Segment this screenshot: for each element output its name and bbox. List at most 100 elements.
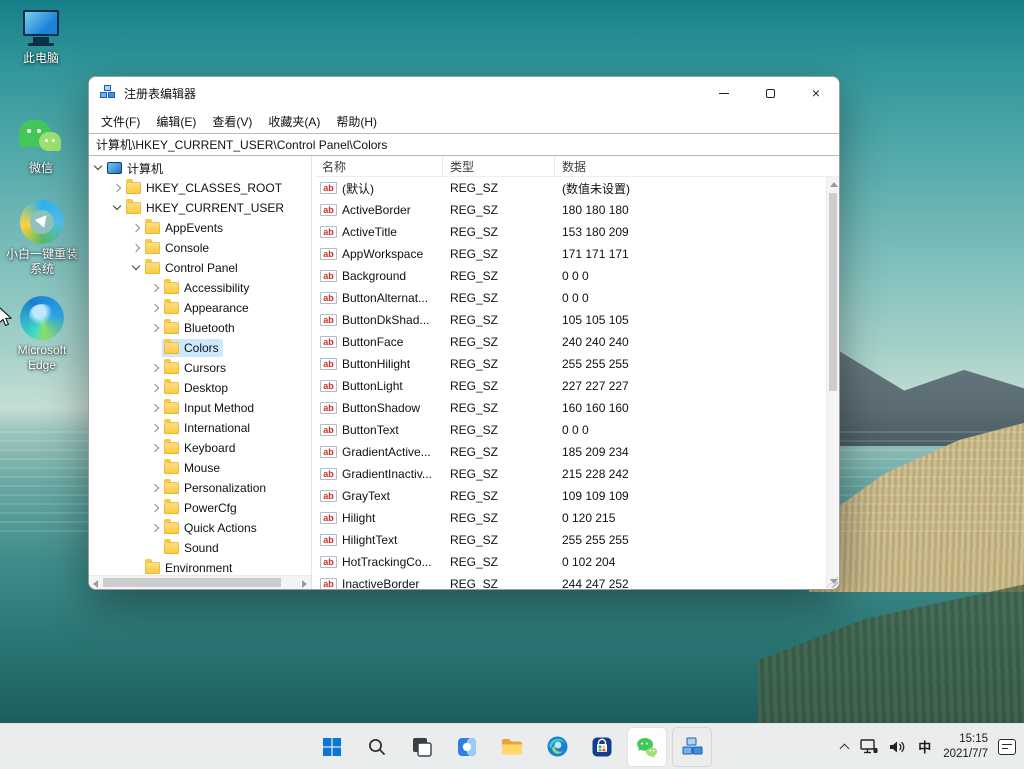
chevron-right-icon[interactable]	[130, 242, 142, 254]
tree-item[interactable]: Keyboard	[89, 438, 311, 458]
wechat-button[interactable]	[627, 727, 667, 767]
tree-item[interactable]: Desktop	[89, 378, 311, 398]
tree-item[interactable]: Appearance	[89, 298, 311, 318]
desktop-icon-wechat[interactable]: 微信	[12, 118, 70, 176]
search-button[interactable]	[357, 727, 397, 767]
tree-item[interactable]: Cursors	[89, 358, 311, 378]
store-button[interactable]	[582, 727, 622, 767]
tree-node[interactable]: Mouse	[162, 459, 224, 477]
scrollbar-thumb[interactable]	[103, 578, 281, 587]
menu-item[interactable]: 文件(F)	[93, 110, 148, 133]
menu-item[interactable]: 编辑(E)	[148, 110, 204, 133]
tree-item[interactable]: Quick Actions	[89, 518, 311, 538]
start-button[interactable]	[312, 727, 352, 767]
tree-node[interactable]: HKEY_CLASSES_ROOT	[124, 179, 286, 197]
scroll-up-icon[interactable]	[830, 182, 838, 187]
tree-item[interactable]: HKEY_CURRENT_USER	[89, 198, 311, 218]
table-row[interactable]: abButtonAlternat...REG_SZ0 0 0	[315, 287, 826, 309]
tree-item[interactable]: Bluetooth	[89, 318, 311, 338]
menu-item[interactable]: 查看(V)	[204, 110, 260, 133]
title-bar[interactable]: 注册表编辑器 ×	[89, 77, 839, 109]
chevron-down-icon[interactable]	[130, 262, 142, 274]
table-row[interactable]: abButtonFaceREG_SZ240 240 240	[315, 331, 826, 353]
menu-item[interactable]: 收藏夹(A)	[260, 110, 328, 133]
table-row[interactable]: abHilightREG_SZ0 120 215	[315, 507, 826, 529]
scrollbar-thumb[interactable]	[829, 193, 837, 391]
ime-indicator[interactable]: 中	[916, 737, 933, 756]
desktop-icon-edge[interactable]: Microsoft Edge	[6, 296, 78, 373]
column-header[interactable]: 数据	[555, 156, 826, 176]
tree-node[interactable]: Bluetooth	[162, 319, 239, 337]
tree-item[interactable]: HKEY_CLASSES_ROOT	[89, 178, 311, 198]
scroll-left-icon[interactable]	[93, 580, 98, 588]
table-row[interactable]: abGradientActive...REG_SZ185 209 234	[315, 441, 826, 463]
chevron-right-icon[interactable]	[149, 522, 161, 534]
tree-horizontal-scrollbar[interactable]	[89, 575, 311, 589]
table-row[interactable]: abHotTrackingCo...REG_SZ0 102 204	[315, 551, 826, 573]
tree-node[interactable]: Personalization	[162, 479, 270, 497]
table-row[interactable]: abButtonDkShad...REG_SZ105 105 105	[315, 309, 826, 331]
tree-node[interactable]: Sound	[162, 539, 223, 557]
table-row[interactable]: abBackgroundREG_SZ0 0 0	[315, 265, 826, 287]
tree-item[interactable]: Console	[89, 238, 311, 258]
tree-item[interactable]: Colors	[89, 338, 311, 358]
list-vertical-scrollbar[interactable]	[826, 177, 839, 589]
chevron-right-icon[interactable]	[130, 222, 142, 234]
ethernet-icon[interactable]	[860, 739, 878, 755]
chevron-right-icon[interactable]	[149, 302, 161, 314]
chevron-down-icon[interactable]	[92, 162, 104, 174]
taskbar-clock[interactable]: 15:15 2021/7/7	[943, 732, 988, 762]
tree-item[interactable]: Accessibility	[89, 278, 311, 298]
chevron-right-icon[interactable]	[149, 282, 161, 294]
tree-item[interactable]: 计算机	[89, 158, 311, 178]
hidden-icons-chevron[interactable]	[840, 742, 850, 752]
table-row[interactable]: ab(默认)REG_SZ(数值未设置)	[315, 177, 826, 199]
chevron-right-icon[interactable]	[111, 182, 123, 194]
tree-item[interactable]: Mouse	[89, 458, 311, 478]
tree-node[interactable]: Control Panel	[143, 259, 242, 277]
chevron-right-icon[interactable]	[149, 402, 161, 414]
table-row[interactable]: abInactiveBorderREG_SZ244 247 252	[315, 573, 826, 589]
file-explorer-button[interactable]	[492, 727, 532, 767]
tree-item[interactable]: Sound	[89, 538, 311, 558]
column-header[interactable]: 名称	[315, 156, 443, 176]
desktop-icon-xiaobai-reinstall[interactable]: 小白一键重装系统	[6, 200, 78, 277]
tree-item[interactable]: Control Panel	[89, 258, 311, 278]
tree-node[interactable]: PowerCfg	[162, 499, 241, 517]
menu-item[interactable]: 帮助(H)	[328, 110, 385, 133]
maximize-button[interactable]	[747, 77, 793, 109]
table-row[interactable]: abButtonLightREG_SZ227 227 227	[315, 375, 826, 397]
tree-node[interactable]: HKEY_CURRENT_USER	[124, 199, 288, 217]
tree-item[interactable]: PowerCfg	[89, 498, 311, 518]
tree-item[interactable]: Input Method	[89, 398, 311, 418]
volume-icon[interactable]	[888, 739, 906, 755]
chevron-right-icon[interactable]	[149, 322, 161, 334]
chevron-right-icon[interactable]	[149, 482, 161, 494]
tree-node[interactable]: Appearance	[162, 299, 253, 317]
tree-node[interactable]: International	[162, 419, 254, 437]
table-row[interactable]: abButtonHilightREG_SZ255 255 255	[315, 353, 826, 375]
close-button[interactable]: ×	[793, 77, 839, 109]
tree-node[interactable]: Colors	[162, 339, 223, 357]
table-row[interactable]: abActiveTitleREG_SZ153 180 209	[315, 221, 826, 243]
table-row[interactable]: abGrayTextREG_SZ109 109 109	[315, 485, 826, 507]
chevron-right-icon[interactable]	[149, 382, 161, 394]
tree-node[interactable]: AppEvents	[143, 219, 227, 237]
minimize-button[interactable]	[701, 77, 747, 109]
tree-node[interactable]: Keyboard	[162, 439, 239, 457]
tree-node[interactable]: Quick Actions	[162, 519, 261, 537]
table-row[interactable]: abGradientInactiv...REG_SZ215 228 242	[315, 463, 826, 485]
tree-item[interactable]: AppEvents	[89, 218, 311, 238]
tree-node[interactable]: Console	[143, 239, 213, 257]
desktop-icon-this-pc[interactable]: 此电脑	[12, 8, 70, 66]
edge-button[interactable]	[537, 727, 577, 767]
task-view-button[interactable]	[402, 727, 442, 767]
table-row[interactable]: abButtonShadowREG_SZ160 160 160	[315, 397, 826, 419]
table-row[interactable]: abAppWorkspaceREG_SZ171 171 171	[315, 243, 826, 265]
chevron-right-icon[interactable]	[149, 442, 161, 454]
scroll-right-icon[interactable]	[302, 580, 307, 588]
widgets-button[interactable]	[447, 727, 487, 767]
tree-node[interactable]: Input Method	[162, 399, 258, 417]
table-row[interactable]: abHilightTextREG_SZ255 255 255	[315, 529, 826, 551]
tree-node[interactable]: Cursors	[162, 359, 230, 377]
